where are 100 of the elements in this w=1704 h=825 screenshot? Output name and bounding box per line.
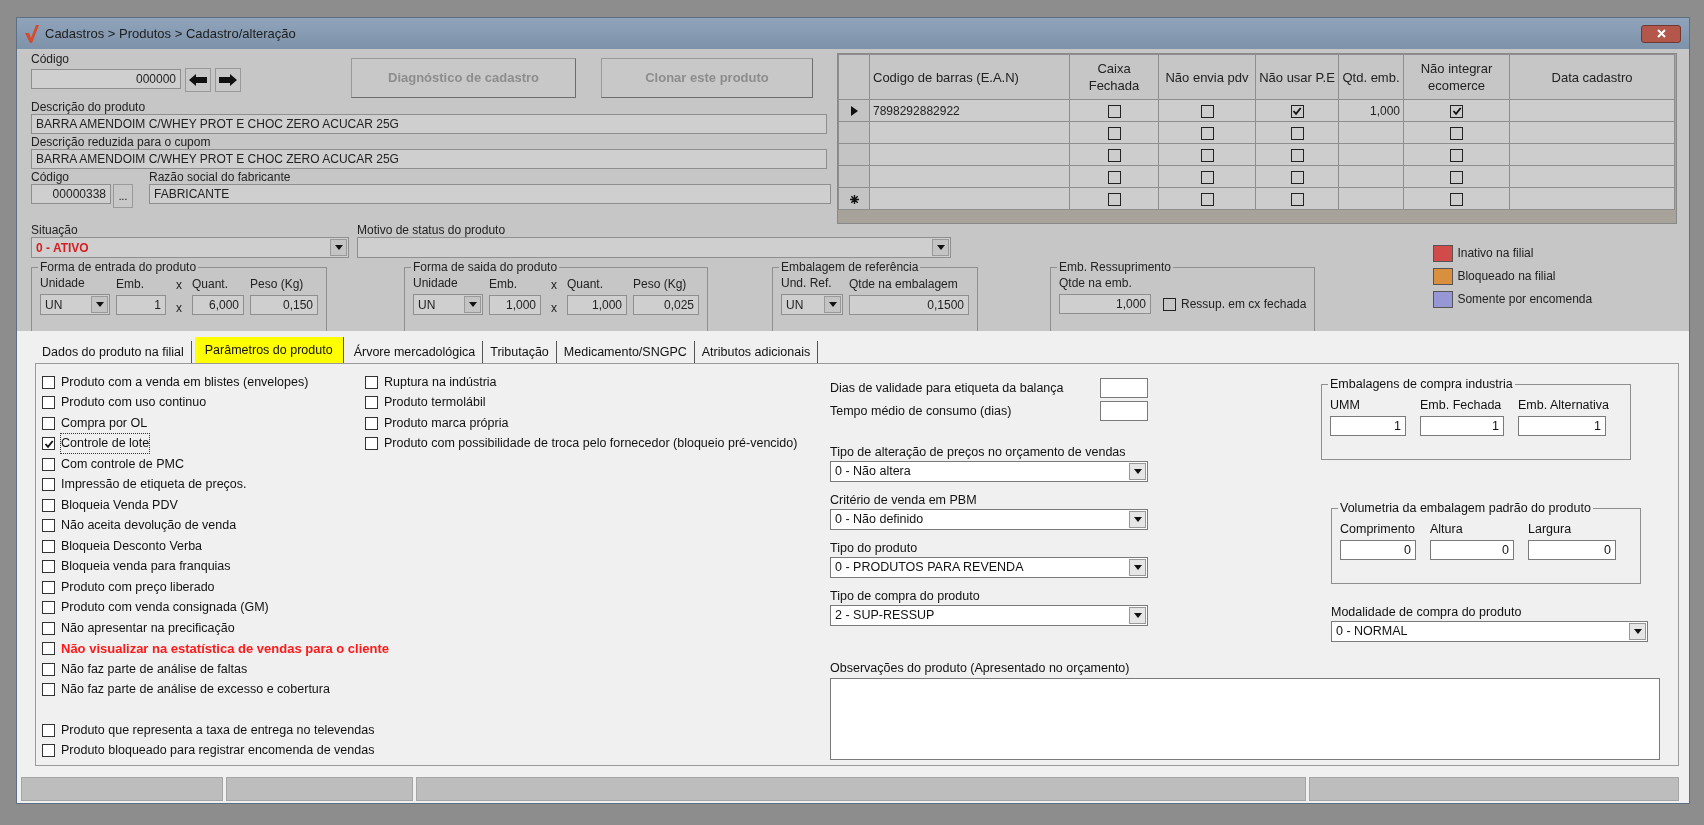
number-field[interactable]: 1 [1330,416,1406,436]
checkbox[interactable] [1290,148,1304,162]
text-field[interactable]: FABRICANTE [149,184,831,204]
dropdown-button[interactable] [824,296,841,313]
legend-label: Somente por encomenda [1457,293,1593,306]
checkbox[interactable] [1107,148,1121,162]
checkbox[interactable] [1200,148,1214,162]
browse-button[interactable]: ... [113,184,133,208]
description-field[interactable]: BARRA AMENDOIM C/WHEY PROT E CHOC ZERO ACUCAR 25G [31,114,827,134]
group-title: Embalagens de compra industria [1328,377,1515,391]
dropdown[interactable]: 0 - PRODUTOS PARA REVENDA [830,557,1148,578]
text-field[interactable]: 1,000 [567,295,627,315]
code-field[interactable]: 000000 [31,69,181,89]
dropdown-button[interactable] [1129,607,1146,624]
checkbox-label: Produto marca própria [384,414,509,432]
checkbox[interactable] [42,416,55,430]
dropdown-button[interactable] [1129,463,1146,480]
checkbox[interactable] [42,478,55,492]
number-field[interactable] [1100,378,1148,398]
checkbox-label: Não aceita devolução de venda [61,517,237,535]
dropdown-button[interactable] [932,239,949,256]
notes-field[interactable] [830,678,1660,760]
dropdown[interactable]: 0 - Não definido [830,509,1148,530]
checkbox[interactable] [42,437,55,451]
checkbox[interactable] [42,744,55,758]
number-field[interactable]: 0 [1430,540,1514,560]
checkbox[interactable] [1163,297,1176,311]
checkbox[interactable] [365,375,378,389]
checkbox[interactable] [42,683,55,697]
number-field[interactable]: 1 [1518,416,1606,436]
dropdown-button[interactable] [1129,559,1146,576]
checkbox[interactable] [365,396,378,410]
checkbox[interactable] [365,416,378,430]
checkbox[interactable] [42,498,55,512]
close-button[interactable] [1641,24,1681,43]
dropdown[interactable]: 2 - SUP-RESSUP [830,605,1148,626]
checkbox[interactable] [1200,170,1214,184]
dropdown-button[interactable] [330,239,347,256]
times-sign: x [176,302,182,315]
checkbox[interactable] [1450,148,1463,162]
checkbox[interactable] [42,457,55,471]
number-field[interactable]: 0 [1340,540,1416,560]
code-field[interactable]: 00000338 [31,184,111,204]
group-title: Volumetria da embalagem padrão do produto [1338,501,1593,515]
checkbox[interactable] [1290,126,1304,140]
checkbox[interactable] [42,539,55,553]
checkbox[interactable] [42,621,55,635]
description-field[interactable]: BARRA AMENDOIM C/WHEY PROT E CHOC ZERO ACUCAR 25G [31,149,827,169]
checkbox[interactable] [42,396,55,410]
dropdown-button[interactable] [1629,623,1646,640]
field-label: Quant. [192,278,230,291]
checkbox[interactable] [42,560,55,574]
checkbox[interactable] [1107,104,1121,118]
checkbox[interactable] [1450,170,1463,184]
checkbox[interactable] [1107,192,1121,206]
checkbox[interactable] [42,375,55,389]
checkbox[interactable] [1290,192,1304,206]
checkbox[interactable] [42,662,55,676]
checkbox[interactable] [1290,170,1304,184]
number-field[interactable]: 0 [1528,540,1616,560]
checkbox[interactable] [1107,170,1121,184]
current-row-icon [850,106,858,117]
field-label: Motivo de status do produto [357,224,507,237]
check-icon [43,438,54,449]
checkbox[interactable] [42,642,55,656]
text-field[interactable]: 1 [116,295,166,315]
checkbox[interactable] [1450,126,1463,140]
field-label: Comprimento [1340,523,1416,536]
dropdown[interactable]: UN [413,294,483,315]
dropdown[interactable]: 0 - NORMAL [1331,621,1648,642]
next-button[interactable] [215,68,241,92]
caret-icon [1133,469,1142,474]
checkbox[interactable] [1200,192,1214,206]
checkbox[interactable] [1107,126,1121,140]
checkbox[interactable] [42,580,55,594]
dropdown[interactable]: UN [40,294,110,315]
dropdown[interactable]: UN [781,294,843,315]
number-field[interactable]: 1 [1420,416,1504,436]
text-field[interactable]: 0,150 [250,295,318,315]
dropdown-button[interactable] [464,296,481,313]
checkbox[interactable] [42,601,55,615]
text-field[interactable]: 0,1500 [849,295,969,315]
dropdown-button[interactable] [91,296,108,313]
text-field[interactable]: 1,000 [1059,294,1151,314]
previous-button[interactable] [185,68,211,92]
checkbox[interactable] [42,723,55,737]
checkbox[interactable] [365,437,378,451]
checkbox[interactable] [1200,104,1214,118]
dropdown-button[interactable] [1129,511,1146,528]
text-field[interactable]: 0,025 [633,295,699,315]
text-field[interactable]: 1,000 [489,295,541,315]
text-field[interactable]: 6,000 [192,295,244,315]
number-field[interactable] [1100,401,1148,421]
dropdown[interactable]: 0 - Não altera [830,461,1148,482]
checkbox[interactable] [42,519,55,533]
checkbox[interactable] [1200,126,1214,140]
checkbox[interactable] [1450,104,1463,118]
checkbox[interactable] [1450,192,1463,206]
tab[interactable]: Parâmetros do produto [194,337,344,363]
checkbox[interactable] [1290,104,1304,118]
